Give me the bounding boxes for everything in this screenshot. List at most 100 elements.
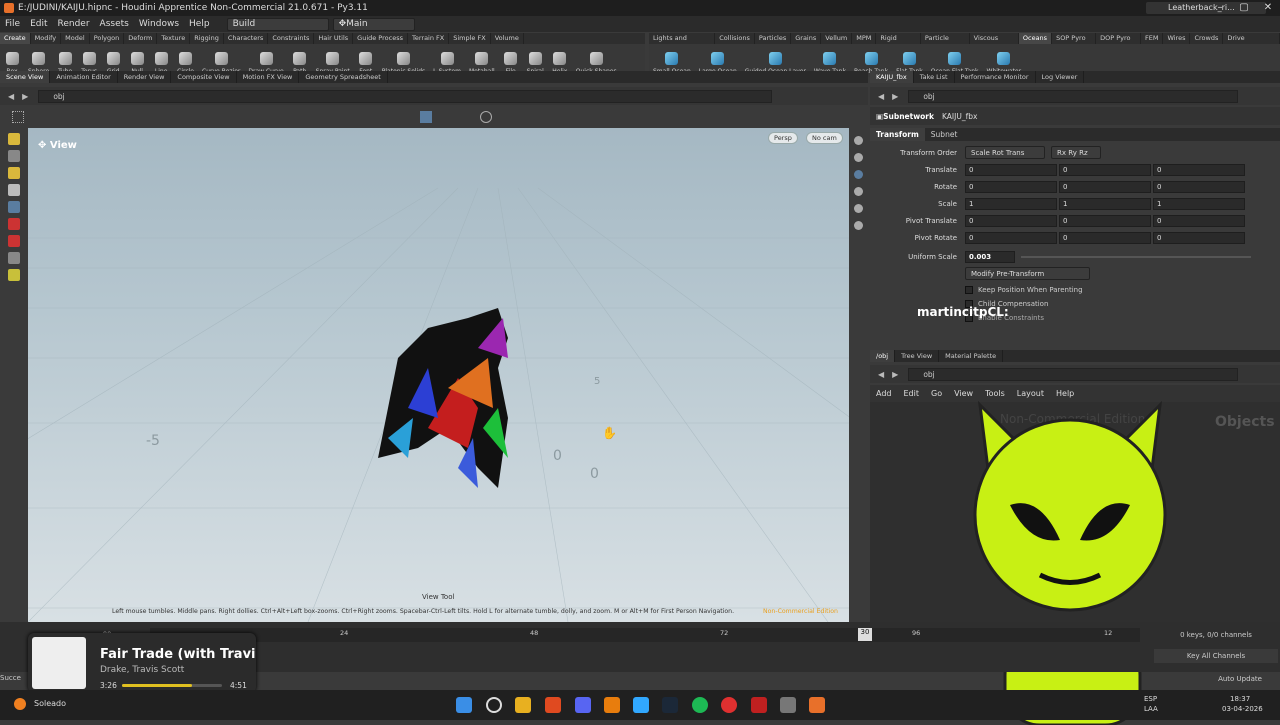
kaiju-model[interactable] (378, 308, 508, 488)
net-tab-0[interactable]: /obj (870, 350, 896, 362)
persp-button[interactable]: Persp (768, 132, 798, 144)
tab-subnet[interactable]: Subnet (925, 128, 964, 141)
tab-take-list[interactable]: Take List (914, 71, 955, 83)
start-icon[interactable] (456, 697, 472, 713)
select-icon[interactable] (8, 133, 20, 145)
tab-render-view[interactable]: Render View (118, 71, 172, 83)
shading-icon[interactable] (854, 204, 863, 213)
shelf-tab-texture[interactable]: Texture (157, 33, 191, 44)
net-forward-icon[interactable]: ▶ (892, 370, 898, 379)
minimize-button[interactable]: – (1208, 0, 1232, 16)
shelf-tab-grains[interactable]: Grains (791, 33, 822, 44)
net-menu-edit[interactable]: Edit (898, 389, 926, 398)
search-icon[interactable] (486, 697, 502, 713)
blender-icon[interactable] (604, 697, 620, 713)
tab-geometry-spreadsheet[interactable]: Geometry Spreadsheet (299, 71, 388, 83)
discord-icon[interactable] (575, 697, 591, 713)
forward-arrow-icon[interactable]: ▶ (22, 92, 28, 101)
scene-viewport[interactable]: ✥ View -5 0 0 5 Persp No cam View Tool L… (28, 128, 849, 622)
tab-log-viewer[interactable]: Log Viewer (1036, 71, 1085, 83)
auto-update-dropdown[interactable]: Auto Update (1205, 672, 1275, 686)
menu-render[interactable]: Render (53, 19, 95, 29)
timeline-ruler[interactable]: 24 48 72 96 12 30 (150, 628, 1140, 642)
shelf-tab-wires[interactable]: Wires (1163, 33, 1191, 44)
param-field-x[interactable]: 1 (965, 197, 1057, 210)
move-icon[interactable] (8, 150, 20, 162)
steam-icon[interactable] (662, 697, 678, 713)
shelf-tab-lights-and-cameras[interactable]: Lights and Cameras (649, 33, 716, 53)
shelf-tab-model[interactable]: Model (61, 33, 90, 44)
maximize-button[interactable]: ▢ (1232, 0, 1256, 16)
pin-icon[interactable] (8, 252, 20, 264)
pose-icon[interactable] (8, 218, 20, 230)
shelf-tab-create[interactable]: Create (0, 33, 31, 44)
param-field-y[interactable]: 0 (1059, 214, 1151, 227)
shelf-tab-characters[interactable]: Characters (224, 33, 269, 44)
shelf-tab-guide-process[interactable]: Guide Process (353, 33, 408, 44)
param-field-z[interactable]: 0 (1153, 214, 1245, 227)
tab-performance-monitor[interactable]: Performance Monitor (955, 71, 1036, 83)
view-tool-icon[interactable] (420, 111, 432, 123)
uniform-scale-slider[interactable] (1021, 255, 1251, 258)
shelf-tab-particle-fluids[interactable]: Particle Fluids (921, 33, 970, 53)
net-back-icon[interactable]: ◀ (878, 370, 884, 379)
shelf-tab-terrain-fx[interactable]: Terrain FX (408, 33, 450, 44)
shelf-tab-volume[interactable]: Volume (491, 33, 524, 44)
shelf-tab-sop-pyro-fx[interactable]: SOP Pyro FX (1052, 33, 1097, 53)
current-frame-marker[interactable]: 30 (858, 628, 872, 641)
close-button[interactable]: ✕ (1256, 0, 1280, 16)
menu-assets[interactable]: Assets (95, 19, 134, 29)
uniform-scale-field[interactable]: 0.003 (965, 250, 1015, 263)
lang[interactable]: ESP (1144, 695, 1157, 703)
shelf-tab-fem[interactable]: FEM (1141, 33, 1164, 44)
brave-icon[interactable] (545, 697, 561, 713)
param-field-z[interactable]: 0 (1153, 231, 1245, 244)
app-icon[interactable] (751, 697, 767, 713)
tab-composite-view[interactable]: Composite View (171, 71, 237, 83)
param-path-field[interactable]: obj (908, 89, 1239, 103)
keep-position-checkbox[interactable] (965, 285, 973, 294)
param-field-x[interactable]: 0 (965, 231, 1057, 244)
param-field-x[interactable]: 0 (965, 214, 1057, 227)
shelf-tab-dop-pyro-fx[interactable]: DOP Pyro FX (1096, 33, 1141, 53)
shelf-tab-constraints[interactable]: Constraints (268, 33, 315, 44)
param-field-y[interactable]: 0 (1059, 231, 1151, 244)
shelf-tab-hair-utils[interactable]: Hair Utils (314, 33, 354, 44)
param-field-z[interactable]: 1 (1153, 197, 1245, 210)
menu-help[interactable]: Help (184, 19, 215, 29)
houdini-taskbar-icon[interactable] (809, 697, 825, 713)
camera-button[interactable]: No cam (806, 132, 843, 144)
lock-icon[interactable] (8, 201, 20, 213)
camera-icon[interactable] (480, 111, 492, 123)
rotation-order-dropdown[interactable]: Rx Ry Rz (1051, 146, 1101, 159)
param-field-z[interactable]: 0 (1153, 180, 1245, 193)
bone-icon[interactable] (8, 235, 20, 247)
snap-icon[interactable] (854, 170, 863, 179)
shelf-tab-particles[interactable]: Particles (755, 33, 792, 44)
param-field-y[interactable]: 1 (1059, 197, 1151, 210)
param-field-z[interactable]: 0 (1153, 163, 1245, 176)
explorer-icon[interactable] (515, 697, 531, 713)
net-tab-1[interactable]: Tree View (895, 350, 940, 362)
shelf-tab-polygon[interactable]: Polygon (90, 33, 125, 44)
key-all-channels-dropdown[interactable]: Key All Channels (1154, 649, 1278, 663)
shelf-tab-rigid-bodies[interactable]: Rigid Bodies (876, 33, 921, 53)
shelf-tab-crowds[interactable]: Crowds (1190, 33, 1224, 44)
transform-order-dropdown[interactable]: Scale Rot Trans (965, 146, 1045, 159)
clock-date[interactable]: 03-04-2026 (1222, 705, 1263, 713)
param-field-y[interactable]: 0 (1059, 180, 1151, 193)
node-name[interactable]: KAIJU_fbx (942, 112, 977, 121)
back-arrow-icon[interactable]: ◀ (8, 92, 14, 101)
brush-icon[interactable] (8, 269, 20, 281)
shelf-tab-drive-simulation[interactable]: Drive Simulation (1223, 33, 1280, 53)
tab-animation-editor[interactable]: Animation Editor (50, 71, 118, 83)
lock-camera-icon[interactable] (854, 153, 863, 162)
grid-menu-icon[interactable] (12, 111, 24, 123)
net-tab-2[interactable]: Material Palette (939, 350, 1004, 362)
track-progress-bar[interactable] (122, 684, 222, 687)
shelf-tab-collisions[interactable]: Collisions (715, 33, 755, 44)
param-field-x[interactable]: 0 (965, 163, 1057, 176)
modify-pretransform-dropdown[interactable]: Modify Pre-Transform (965, 267, 1090, 280)
tab-transform[interactable]: Transform (870, 128, 925, 141)
opera-icon[interactable] (721, 697, 737, 713)
